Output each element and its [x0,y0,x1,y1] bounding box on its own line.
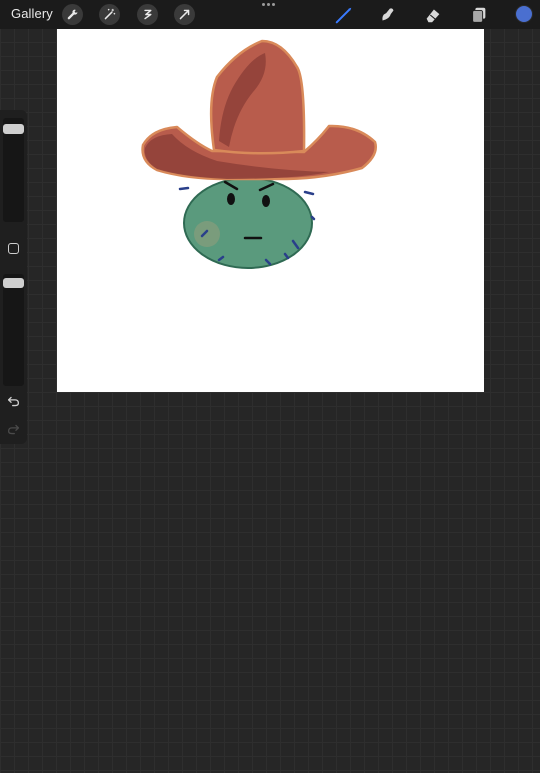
gallery-button[interactable]: Gallery [11,6,53,21]
selection-icon[interactable] [137,4,158,25]
brush-icon[interactable] [333,4,355,26]
magic-wand-icon[interactable] [99,4,120,25]
cactus-cowboy-drawing [141,39,377,269]
left-sidebar [0,110,27,444]
cactus-highlight [194,221,220,247]
eraser-icon[interactable] [422,4,444,26]
color-swatch[interactable] [515,5,533,23]
undo-icon[interactable] [6,394,21,409]
opacity-thumb[interactable] [3,278,24,289]
layers-icon[interactable] [468,4,490,26]
opacity-slider[interactable] [3,274,24,386]
smudge-icon[interactable] [377,4,399,26]
brush-size-thumb[interactable] [3,123,24,134]
square-modify-icon[interactable] [8,243,19,254]
transform-arrow-icon[interactable] [174,4,195,25]
wrench-icon[interactable] [62,4,83,25]
drawing-canvas[interactable] [57,29,484,392]
top-toolbar: Gallery [0,0,540,29]
more-dots-icon[interactable] [262,3,275,6]
redo-icon[interactable] [6,422,21,437]
